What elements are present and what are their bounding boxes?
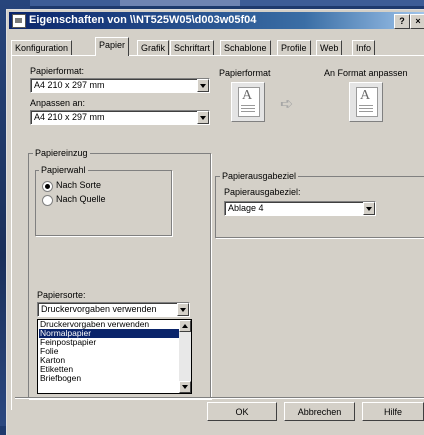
paper-selection-group: Papierwahl Nach Sorte Nach Quelle [35, 165, 172, 236]
paper-output-dropdown[interactable]: Ablage 4 [224, 201, 376, 216]
tab-web[interactable]: Web [316, 40, 343, 55]
fit-to-dropdown[interactable]: A4 210 x 297 mm [30, 110, 210, 125]
scroll-up-icon[interactable] [179, 320, 191, 332]
chevron-down-icon[interactable] [363, 202, 375, 215]
button-separator [15, 397, 424, 398]
dropdown-scrollbar[interactable] [179, 320, 191, 393]
radio-by-source[interactable] [42, 195, 53, 206]
preview-fit-label: An Format anpassen [324, 68, 408, 78]
ok-button[interactable]: OK [207, 402, 277, 421]
preview-paper-format-label: Papierformat [219, 68, 271, 78]
help-title-button[interactable]: ? [394, 14, 410, 29]
paper-type-dropdown[interactable]: Druckervorgaben verwenden [37, 302, 190, 317]
list-item[interactable]: Briefbogen [39, 374, 81, 383]
radio-by-type-label[interactable]: Nach Sorte [56, 180, 101, 190]
tab-strip: Konfiguration Papier Grafik Schriftart S… [9, 37, 419, 56]
paper-feed-group: Papiereinzug Papierwahl Nach Sorte Nach … [28, 148, 211, 399]
printer-icon [12, 14, 26, 28]
paper-output-label: Papierausgabeziel: [224, 187, 301, 197]
tab-schriftart[interactable]: Schriftart [170, 40, 215, 55]
cancel-button[interactable]: Abbrechen [284, 402, 355, 421]
tab-schablone[interactable]: Schablone [220, 40, 271, 55]
paper-selection-group-title: Papierwahl [39, 165, 88, 175]
preview-fit-glyph: A [360, 88, 371, 103]
help-button[interactable]: Hilfe [362, 402, 424, 421]
paper-feed-group-title: Papiereinzug [33, 148, 90, 158]
paper-type-label: Papiersorte: [37, 290, 86, 300]
papier-tab-panel: Papierformat: A4 210 x 297 mm Anpassen a… [11, 55, 424, 410]
fit-to-label: Anpassen an: [30, 98, 86, 108]
chevron-down-icon[interactable] [177, 303, 189, 316]
tab-profile[interactable]: Profile [277, 40, 311, 55]
radio-by-source-label[interactable]: Nach Quelle [56, 194, 106, 204]
chevron-down-icon[interactable] [197, 79, 209, 92]
paper-type-value: Druckervorgaben verwenden [41, 304, 157, 314]
paper-output-value: Ablage 4 [228, 203, 264, 213]
paper-format-preview-icon: A [231, 82, 265, 122]
tab-papier[interactable]: Papier [95, 37, 130, 56]
fit-format-preview-icon: A [349, 82, 383, 122]
tab-konfiguration[interactable]: Konfiguration [11, 40, 73, 55]
tab-grafik[interactable]: Grafik [137, 40, 170, 55]
fit-to-value: A4 210 x 297 mm [34, 112, 105, 122]
radio-by-type[interactable] [42, 181, 53, 192]
scroll-down-icon[interactable] [179, 381, 191, 393]
paper-output-group-title: Papierausgabeziel [220, 171, 299, 181]
paper-output-group: Papierausgabeziel Papierausgabeziel: Abl… [215, 171, 424, 238]
preview-glyph: A [242, 88, 253, 103]
chevron-down-icon[interactable] [197, 111, 209, 124]
tab-info[interactable]: Info [352, 40, 376, 55]
title-bar[interactable]: Eigenschaften von \\NT525W05\d003w05f04 … [9, 12, 424, 29]
printer-properties-dialog: Eigenschaften von \\NT525W05\d003w05f04 … [6, 9, 424, 435]
arrow-right-icon: ➪ [280, 96, 294, 113]
paper-format-value: A4 210 x 297 mm [34, 80, 105, 90]
paper-format-label: Papierformat: [30, 66, 85, 76]
close-title-button[interactable]: × [410, 14, 424, 29]
paper-format-dropdown[interactable]: A4 210 x 297 mm [30, 78, 210, 93]
window-title: Eigenschaften von \\NT525W05\d003w05f04 [29, 14, 257, 26]
paper-type-dropdown-list[interactable]: Druckervorgaben verwenden Normalpapier F… [37, 319, 192, 394]
desktop-window-strip [120, 0, 240, 6]
